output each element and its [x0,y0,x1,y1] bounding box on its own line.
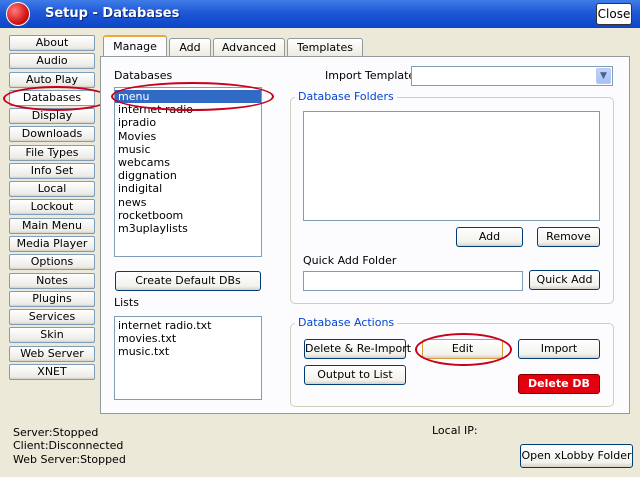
database-folders-list[interactable] [303,111,600,221]
sidebar-item-file-types[interactable]: File Types [9,145,95,161]
tab-add[interactable]: Add [169,38,211,57]
tab-templates[interactable]: Templates [287,38,363,57]
quick-add-folder-input[interactable] [303,271,523,291]
window-title: Setup - Databases [45,6,180,21]
list-item[interactable]: webcams [115,156,261,169]
sidebar-item-web-server[interactable]: Web Server [9,346,95,362]
sidebar-item-notes[interactable]: Notes [9,273,95,289]
add-folder-button[interactable]: Add [456,227,523,247]
local-ip-label: Local IP: [432,424,478,437]
list-item[interactable]: rocketboom [115,209,261,222]
sidebar-item-media-player[interactable]: Media Player [9,236,95,252]
delete-db-button[interactable]: Delete DB [518,374,600,394]
sidebar-item-services[interactable]: Services [9,309,95,325]
import-button[interactable]: Import [518,339,600,359]
sidebar-item-display[interactable]: Display [9,108,95,124]
sidebar-item-databases[interactable]: Databases [9,90,95,106]
import-template-label: Import Template [325,69,416,82]
list-item[interactable]: indigital [115,182,261,195]
chevron-down-icon[interactable]: ▼ [596,68,611,84]
sidebar-item-downloads[interactable]: Downloads [9,126,95,142]
list-item[interactable]: internet radio [115,103,261,116]
create-default-dbs-button[interactable]: Create Default DBs [115,271,261,291]
tab-manage[interactable]: Manage [103,35,167,57]
import-template-select[interactable]: ▼ [411,66,613,86]
sidebar-item-local[interactable]: Local [9,181,95,197]
list-item[interactable]: Movies [115,130,261,143]
quick-add-button[interactable]: Quick Add [529,270,600,290]
list-item[interactable]: news [115,196,261,209]
lists-list[interactable]: internet radio.txt movies.txt music.txt [114,316,262,400]
sidebar-item-skin[interactable]: Skin [9,327,95,343]
list-item[interactable]: internet radio.txt [115,319,261,332]
list-item[interactable]: music.txt [115,345,261,358]
databases-label: Databases [114,69,173,82]
list-item[interactable]: music [115,143,261,156]
database-actions-title: Database Actions [295,316,398,329]
sidebar-item-plugins[interactable]: Plugins [9,291,95,307]
sidebar-item-about[interactable]: About [9,35,95,51]
close-button[interactable]: Close [596,3,632,25]
list-item[interactable]: ipradio [115,116,261,129]
output-to-list-button[interactable]: Output to List [304,365,406,385]
quick-add-folder-label: Quick Add Folder [303,254,397,267]
sidebar-item-auto-play[interactable]: Auto Play [9,72,95,88]
sidebar-item-options[interactable]: Options [9,254,95,270]
list-item[interactable]: menu [115,90,261,104]
delete-reimport-button[interactable]: Delete & Re-Import [304,339,411,359]
remove-folder-button[interactable]: Remove [537,227,600,247]
sidebar-item-lockout[interactable]: Lockout [9,199,95,215]
sidebar-item-audio[interactable]: Audio [9,53,95,69]
databases-list[interactable]: menu internet radio ipradio Movies music… [114,87,262,257]
sidebar-item-xnet[interactable]: XNET [9,364,95,380]
title-bar: Setup - Databases Close [0,0,640,28]
open-xlobby-folder-button[interactable]: Open xLobby Folder [520,444,633,468]
edit-button[interactable]: Edit [422,339,503,359]
list-item[interactable]: m3uplaylists [115,222,261,235]
list-item[interactable]: movies.txt [115,332,261,345]
sidebar-item-main-menu[interactable]: Main Menu [9,218,95,234]
client-status: Client:Disconnected [13,439,124,452]
web-server-status: Web Server:Stopped [13,453,126,466]
database-folders-title: Database Folders [295,90,397,103]
tab-advanced[interactable]: Advanced [213,38,285,57]
lists-label: Lists [114,296,139,309]
list-item[interactable]: diggnation [115,169,261,182]
app-logo-icon [6,2,30,26]
sidebar-item-info-set[interactable]: Info Set [9,163,95,179]
server-status: Server:Stopped [13,426,99,439]
